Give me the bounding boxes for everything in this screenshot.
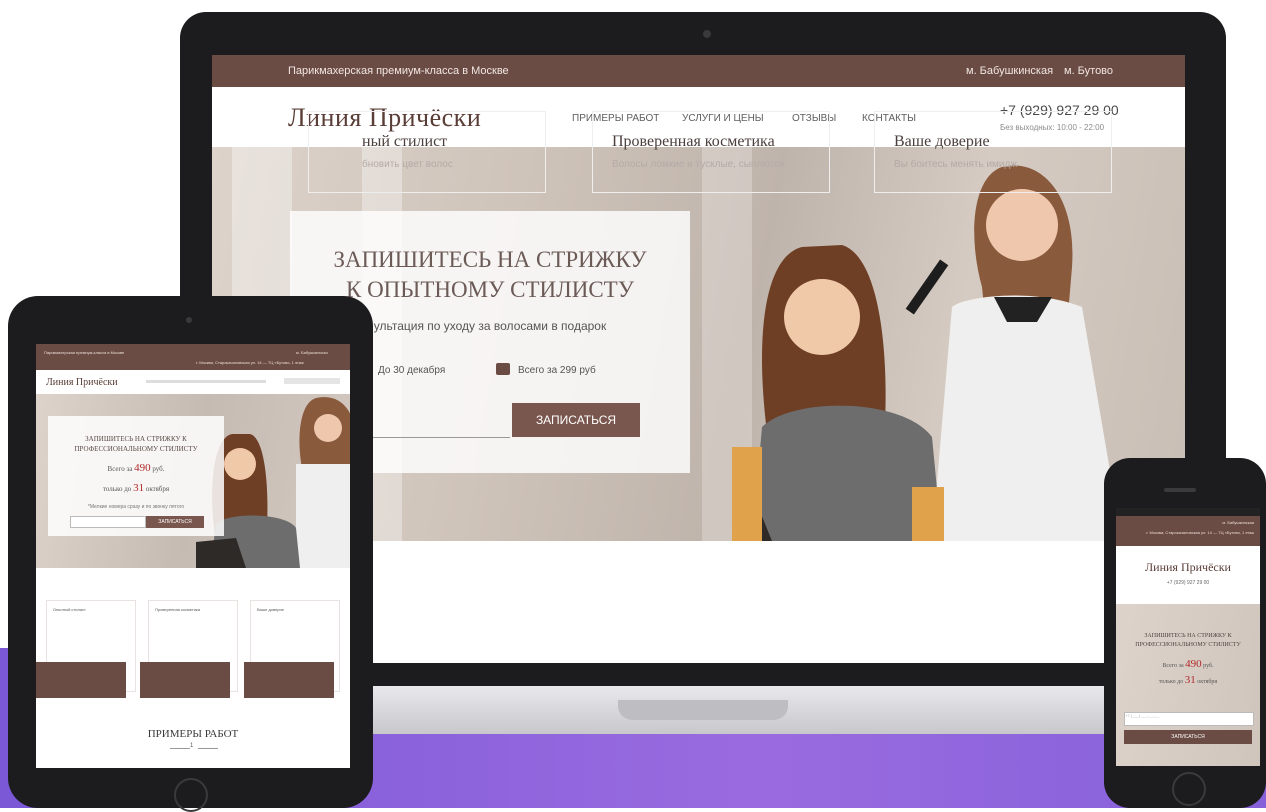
offer-price: Всего за 490 руб. [1116, 658, 1260, 670]
face [986, 189, 1058, 261]
gift-icon [496, 363, 510, 375]
feature-text: бновить цвет волос [362, 159, 453, 170]
offer-deadline: До 30 декабря [378, 365, 446, 376]
hero-headline-line-2: ПРОФЕССИОНАЛЬНОМУ СТИЛИСТУ [74, 445, 198, 453]
feature-caption [140, 662, 230, 698]
price-suffix: руб. [1203, 663, 1214, 669]
feature-title: Опытный стилист [53, 607, 86, 612]
feature-title: ный стилист [362, 133, 448, 150]
offer-note: *Мелкие номера сразу и по звонку пятого [87, 504, 185, 510]
metro-link[interactable]: м. Бабушкинская [1222, 520, 1254, 525]
feature-text: Вы боитесь менять имидж [894, 159, 1018, 170]
offer-deadline: только до 31 октября [1116, 674, 1260, 686]
camera-icon [703, 30, 711, 38]
status-bar [1116, 508, 1260, 516]
section-title: ПРИМЕРЫ РАБОТ [147, 728, 239, 740]
slider-counter: 1 [190, 743, 194, 749]
hero-headline-line-1: ЗАПИШИТЕСЬ НА СТРИЖКУ К [1144, 633, 1232, 639]
hero-offer-card: ЗАПИШИТЕСЬ НА СТРИЖКУ К ПРОФЕССИОНАЛЬНОМ… [48, 416, 224, 536]
deadline-prefix: только до [102, 485, 132, 493]
feature-title: Ваше доверие [894, 133, 990, 150]
feature-title: Ваше доверие [257, 607, 284, 612]
deadline-suffix: октября [145, 485, 170, 493]
price-prefix: Всего за [1162, 663, 1184, 669]
tagline: Парикмахерская премиум-класса в Москве [44, 350, 125, 355]
divider [198, 748, 218, 749]
top-bar: м. Бабушкинская г. Москва, Старокачаловс… [1116, 516, 1260, 546]
signup-button[interactable]: ЗАПИСАТЬСЯ [512, 403, 640, 437]
header: Линия Причёски [36, 370, 350, 394]
price-value: 490 [1185, 658, 1202, 670]
divider [170, 748, 190, 749]
speaker-icon [1164, 488, 1196, 492]
deadline-prefix: только до [1158, 679, 1184, 685]
signup-button[interactable]: ЗАПИСАТЬСЯ [146, 516, 204, 528]
phone-screen: м. Бабушкинская г. Москва, Старокачаловс… [1116, 508, 1260, 766]
signup-button[interactable]: ЗАПИСАТЬСЯ [1124, 730, 1252, 744]
metro-link-1[interactable]: м. Бабушкинская [966, 65, 1053, 77]
offer-price: Всего за 299 руб [518, 365, 596, 376]
hero-headline-line-2: ПРОФЕССИОНАЛЬНОМУ СТИЛИСТУ [1135, 642, 1241, 648]
feature-caption [36, 662, 126, 698]
offer-deadline: только до 31 октября [48, 482, 224, 494]
home-button[interactable] [174, 778, 208, 812]
logo[interactable]: Линия Причёски [1116, 560, 1260, 575]
top-bar: Парикмахерская премиум-класса в Москве м… [36, 344, 350, 370]
top-bar: Парикмахерская премиум-класса в Москве м… [212, 55, 1185, 87]
metro-link[interactable]: м. Бабушкинская [296, 350, 328, 355]
phone-input[interactable]: +7 (___) ___-__-__ [1124, 712, 1254, 726]
camera-icon [186, 317, 192, 323]
home-button[interactable] [1172, 772, 1206, 806]
nav-menu[interactable] [146, 380, 266, 383]
face [784, 279, 860, 355]
tablet-screen: Парикмахерская премиум-класса в Москве м… [36, 344, 350, 768]
deadline-value: 31 [1184, 674, 1196, 686]
hero-section: ЗАПИШИТЕСЬ НА СТРИЖКУ К ПРОФЕССИОНАЛЬНОМ… [1116, 604, 1260, 766]
feature-card [874, 111, 1112, 193]
feature-text: Волосы ломкие и тусклые, сыплются [612, 159, 785, 170]
feature-title: Проверенная косметика [612, 133, 775, 150]
phone-number[interactable] [284, 378, 340, 384]
price-prefix: Всего за [107, 465, 133, 473]
feature-card [592, 111, 830, 193]
offer-price: Всего за 490 руб. [48, 462, 224, 474]
feature-card [308, 111, 546, 193]
logo[interactable]: Линия Причёски [46, 377, 118, 388]
hero-headline-line-1: ЗАПИШИТЕСЬ НА СТРИЖКУ К [85, 435, 187, 443]
phone-number[interactable]: +7 (929) 927 29 00 [1116, 580, 1260, 586]
tagline: Парикмахерская премиум-класса в Москве [288, 65, 509, 77]
hero-section: ЗАПИШИТЕСЬ НА СТРИЖКУ К ПРОФЕССИОНАЛЬНОМ… [36, 394, 350, 568]
deadline-suffix: октября [1197, 679, 1218, 685]
hero-headline: ЗАПИШИТЕСЬ НА СТРИЖКУ К ПРОФЕССИОНАЛЬНОМ… [1116, 632, 1260, 650]
hero-headline-line-1: ЗАПИШИТЕСЬ НА СТРИЖКУ [333, 247, 647, 272]
metro-link-2[interactable]: м. Бутово [1064, 65, 1113, 77]
price-suffix: руб. [152, 465, 165, 473]
feature-caption [244, 662, 334, 698]
phone-input[interactable] [70, 516, 146, 528]
laptop-notch [618, 700, 788, 720]
price-value: 490 [134, 462, 151, 474]
hero-headline: ЗАПИШИТЕСЬ НА СТРИЖКУ К ПРОФЕССИОНАЛЬНОМ… [48, 434, 224, 454]
deadline-value: 31 [133, 482, 145, 494]
feature-title: Проверенная косметика [155, 607, 200, 612]
address: г. Москва, Старокачаловская ул. 14 — ТЦ … [196, 360, 304, 365]
address: г. Москва, Старокачаловская ул. 14 — ТЦ … [1146, 530, 1254, 535]
